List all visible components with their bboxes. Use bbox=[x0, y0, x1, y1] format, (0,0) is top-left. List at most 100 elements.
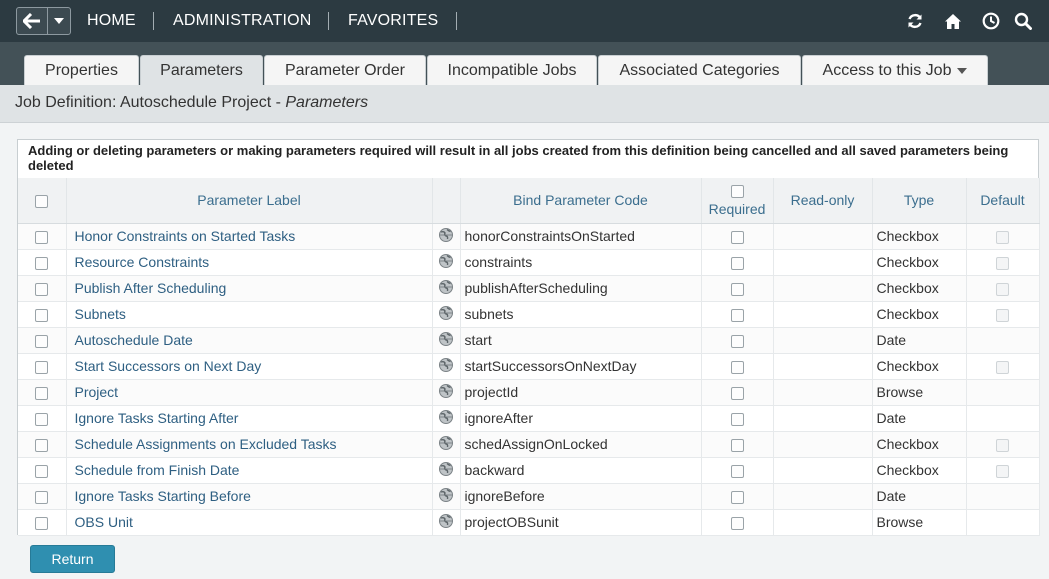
row-select-checkbox[interactable] bbox=[35, 464, 49, 478]
parameter-label-link[interactable]: Autoschedule Date bbox=[66, 327, 433, 354]
row-select-checkbox[interactable] bbox=[35, 490, 49, 504]
parameter-label-link[interactable]: Ignore Tasks Starting Before bbox=[66, 483, 433, 510]
required-checkbox[interactable] bbox=[730, 230, 744, 244]
required-checkbox[interactable] bbox=[730, 360, 744, 374]
table-row: Ignore Tasks Starting After ignoreAfter … bbox=[18, 405, 1040, 432]
readonly-cell bbox=[773, 379, 873, 406]
required-checkbox[interactable] bbox=[730, 308, 744, 322]
default-cell bbox=[966, 431, 1040, 458]
tab-parameters[interactable]: Parameters bbox=[140, 55, 263, 86]
globe-icon[interactable] bbox=[432, 483, 461, 510]
default-cell bbox=[966, 301, 1040, 328]
parameter-label-link[interactable]: Ignore Tasks Starting After bbox=[66, 405, 433, 432]
parameter-type: Browse bbox=[872, 509, 967, 536]
row-select-checkbox[interactable] bbox=[35, 412, 49, 426]
row-select-checkbox[interactable] bbox=[35, 230, 49, 244]
row-select-checkbox[interactable] bbox=[35, 334, 49, 348]
content-panel: Adding or deleting parameters or making … bbox=[0, 123, 1049, 579]
tab-associated-categories[interactable]: Associated Categories bbox=[598, 55, 801, 86]
row-select-checkbox[interactable] bbox=[35, 386, 49, 400]
parameter-label-link[interactable]: Subnets bbox=[66, 301, 433, 328]
column-header-code[interactable]: Bind Parameter Code bbox=[460, 178, 702, 224]
return-button[interactable]: Return bbox=[30, 545, 115, 573]
default-cell bbox=[966, 405, 1040, 432]
parameter-label-link[interactable]: Resource Constraints bbox=[66, 249, 433, 276]
search-icon[interactable] bbox=[1013, 11, 1033, 31]
globe-icon[interactable] bbox=[432, 457, 461, 484]
default-checkbox bbox=[996, 308, 1009, 322]
globe-icon[interactable] bbox=[432, 353, 461, 380]
default-cell bbox=[966, 483, 1040, 510]
readonly-cell bbox=[773, 275, 873, 302]
parameter-type: Checkbox bbox=[872, 353, 967, 380]
table-row: Start Successors on Next Day startSucces… bbox=[18, 353, 1040, 380]
nav-link-administration[interactable]: ADMINISTRATION bbox=[173, 12, 312, 30]
table-header-row: Parameter Label Bind Parameter Code Requ… bbox=[18, 178, 1040, 224]
row-select-cell bbox=[18, 431, 67, 458]
parameter-label-link[interactable]: Start Successors on Next Day bbox=[66, 353, 433, 380]
parameter-label-link[interactable]: OBS Unit bbox=[66, 509, 433, 536]
parameter-label-link[interactable]: Publish After Scheduling bbox=[66, 275, 433, 302]
required-checkbox[interactable] bbox=[730, 516, 744, 530]
globe-icon[interactable] bbox=[432, 301, 461, 328]
parameters-table-body: Honor Constraints on Started Tasks honor… bbox=[18, 223, 1040, 536]
nav-link-favorites[interactable]: FAVORITES bbox=[348, 12, 438, 30]
tab-properties[interactable]: Properties bbox=[24, 55, 139, 86]
nav-link-home[interactable]: HOME bbox=[87, 12, 136, 30]
parameter-label-link[interactable]: Schedule from Finish Date bbox=[66, 457, 433, 484]
row-select-checkbox[interactable] bbox=[35, 256, 49, 270]
row-select-cell bbox=[18, 509, 67, 536]
globe-icon[interactable] bbox=[432, 327, 461, 354]
row-select-checkbox[interactable] bbox=[35, 516, 49, 530]
parameter-label-link[interactable]: Schedule Assignments on Excluded Tasks bbox=[66, 431, 433, 458]
caret-down-icon bbox=[54, 18, 64, 24]
required-checkbox[interactable] bbox=[730, 490, 744, 504]
required-checkbox[interactable] bbox=[730, 438, 744, 452]
required-cell bbox=[701, 457, 774, 484]
globe-icon[interactable] bbox=[432, 275, 461, 302]
home-icon[interactable] bbox=[943, 11, 963, 31]
globe-icon[interactable] bbox=[432, 509, 461, 536]
bind-parameter-code: publishAfterScheduling bbox=[460, 275, 702, 302]
parameter-type: Browse bbox=[872, 379, 967, 406]
tab-label: Associated Categories bbox=[619, 62, 780, 79]
page-title-section: Parameters bbox=[285, 94, 369, 111]
column-header-label[interactable]: Parameter Label bbox=[66, 178, 433, 224]
history-dropdown-button[interactable] bbox=[48, 8, 70, 34]
tab-parameter-order[interactable]: Parameter Order bbox=[264, 55, 426, 86]
tab-label: Parameter Order bbox=[284, 62, 406, 79]
back-button[interactable] bbox=[17, 8, 48, 34]
required-checkbox[interactable] bbox=[730, 464, 744, 478]
tab-access-to-this-job[interactable]: Access to this Job bbox=[802, 55, 988, 86]
require-all-checkbox[interactable] bbox=[730, 185, 744, 199]
readonly-cell bbox=[773, 457, 873, 484]
tab-incompatible-jobs[interactable]: Incompatible Jobs bbox=[427, 55, 597, 86]
row-select-checkbox[interactable] bbox=[35, 308, 49, 322]
row-select-cell bbox=[18, 457, 67, 484]
refresh-icon[interactable] bbox=[905, 11, 925, 31]
required-checkbox[interactable] bbox=[730, 256, 744, 270]
globe-icon[interactable] bbox=[432, 223, 461, 250]
required-checkbox[interactable] bbox=[730, 386, 744, 400]
required-checkbox[interactable] bbox=[730, 412, 744, 426]
select-all-checkbox[interactable] bbox=[35, 195, 49, 209]
row-select-checkbox[interactable] bbox=[35, 438, 49, 452]
required-checkbox[interactable] bbox=[730, 334, 744, 348]
bind-parameter-code: honorConstraintsOnStarted bbox=[460, 223, 702, 250]
table-row: Schedule Assignments on Excluded Tasks s… bbox=[18, 431, 1040, 458]
parameter-type: Checkbox bbox=[872, 249, 967, 276]
globe-icon[interactable] bbox=[432, 379, 461, 406]
globe-icon[interactable] bbox=[432, 431, 461, 458]
row-select-checkbox[interactable] bbox=[35, 282, 49, 296]
parameter-label-link[interactable]: Honor Constraints on Started Tasks bbox=[66, 223, 433, 250]
row-select-checkbox[interactable] bbox=[35, 360, 49, 374]
globe-icon[interactable] bbox=[432, 405, 461, 432]
row-select-cell bbox=[18, 405, 67, 432]
globe-icon[interactable] bbox=[432, 249, 461, 276]
required-checkbox[interactable] bbox=[730, 282, 744, 296]
warning-message: Adding or deleting parameters or making … bbox=[28, 143, 1009, 173]
clock-icon[interactable] bbox=[981, 11, 1001, 31]
readonly-cell bbox=[773, 483, 873, 510]
required-cell bbox=[701, 249, 774, 276]
parameter-label-link[interactable]: Project bbox=[66, 379, 433, 406]
